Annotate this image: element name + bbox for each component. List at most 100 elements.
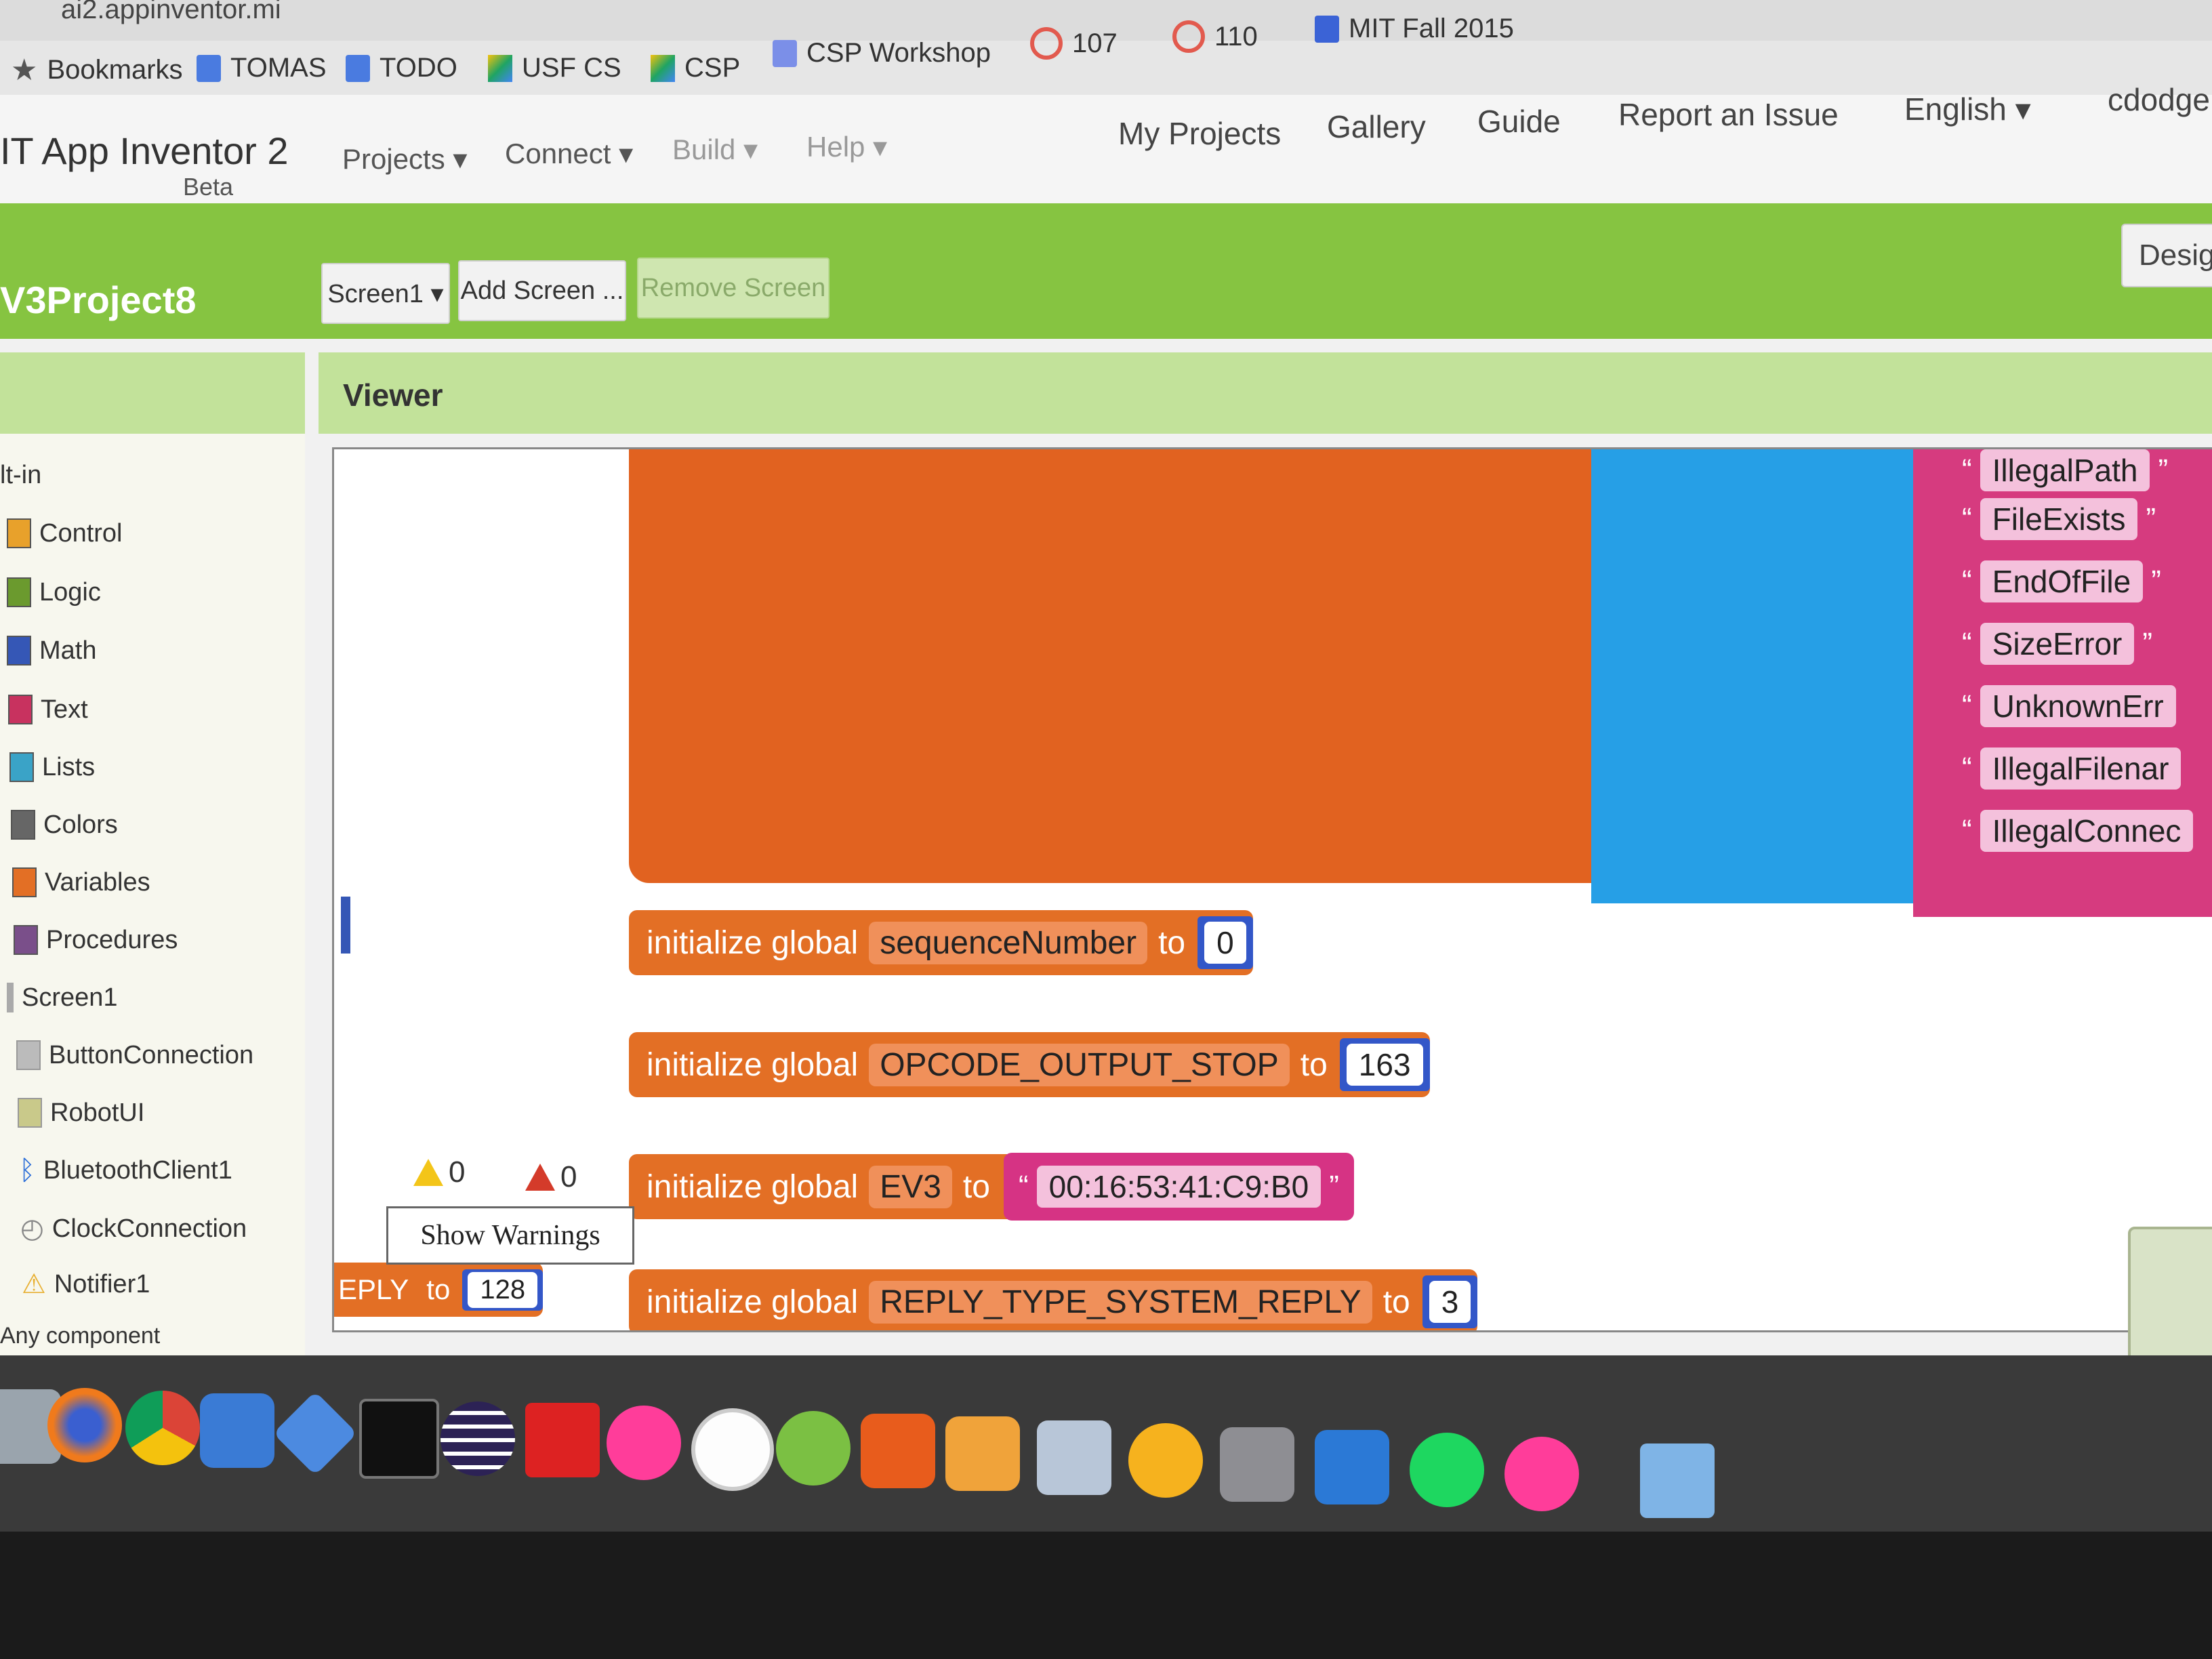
error-item[interactable]: “FileExists” bbox=[1954, 498, 2164, 540]
number-block[interactable]: 0 bbox=[1197, 916, 1253, 969]
screen1-node[interactable]: Screen1 bbox=[7, 983, 118, 1012]
error-label: IllegalFilenar bbox=[1980, 747, 2182, 790]
menu-help[interactable]: Help ▾ bbox=[806, 130, 887, 163]
menu-build[interactable]: Build ▾ bbox=[672, 133, 758, 166]
link-gallery[interactable]: Gallery bbox=[1327, 108, 1426, 145]
powerpoint-icon[interactable] bbox=[861, 1414, 935, 1488]
component-bluetoothclient1[interactable]: ᛒ BluetoothClient1 bbox=[19, 1155, 232, 1186]
error-item[interactable]: “IllegalPath” bbox=[1954, 449, 2176, 491]
number-block[interactable]: 128 bbox=[462, 1269, 544, 1311]
firefox-icon[interactable] bbox=[47, 1388, 122, 1462]
number-block[interactable]: 163 bbox=[1339, 1038, 1430, 1091]
partial-init-block[interactable]: EPLY to 128 bbox=[334, 1263, 544, 1317]
app-icon[interactable] bbox=[200, 1393, 274, 1468]
bookmark-usf-cs[interactable]: USF CS bbox=[488, 53, 621, 83]
palette-logic[interactable]: Logic bbox=[7, 577, 101, 607]
palette-math[interactable]: Math bbox=[7, 636, 96, 665]
ibooks-icon[interactable] bbox=[1128, 1423, 1203, 1498]
number-value[interactable]: 163 bbox=[1346, 1044, 1423, 1086]
screen-select[interactable]: Screen1 ▾ bbox=[321, 263, 450, 324]
error-item[interactable]: “IllegalFilenar bbox=[1954, 747, 2182, 790]
component-notifier1[interactable]: ⚠ Notifier1 bbox=[22, 1269, 150, 1300]
component-robotui[interactable]: RobotUI bbox=[18, 1098, 144, 1128]
error-label: EndOfFile bbox=[1980, 560, 2144, 602]
number-block[interactable]: 3 bbox=[1422, 1275, 1478, 1328]
number-value[interactable]: 0 bbox=[1204, 922, 1246, 964]
link-guide[interactable]: Guide bbox=[1477, 103, 1561, 140]
designer-button[interactable]: Desig bbox=[2121, 224, 2212, 287]
app-icon[interactable] bbox=[272, 1391, 358, 1476]
palette-text[interactable]: Text bbox=[8, 695, 88, 724]
init-global-block[interactable]: initialize global OPCODE_OUTPUT_STOP to … bbox=[629, 1032, 1430, 1097]
init-global-block[interactable]: initialize global REPLY_TYPE_SYSTEM_REPL… bbox=[629, 1269, 1478, 1330]
bookmarks-bar: ★ Bookmarks TOMAS TODO USF CS CSP CSP Wo… bbox=[0, 14, 2212, 96]
drive-icon bbox=[651, 54, 675, 82]
component-clockconnection[interactable]: ◴ ClockConnection bbox=[20, 1213, 247, 1244]
error-list-block[interactable]: “IllegalPath” “FileExists” “EndOfFile” “… bbox=[1913, 449, 2212, 917]
add-screen-button[interactable]: Add Screen ... bbox=[458, 260, 626, 321]
bookmark-label: 107 bbox=[1072, 28, 1118, 58]
app-icon[interactable] bbox=[525, 1403, 600, 1477]
ring-icon bbox=[1030, 27, 1063, 60]
url-text[interactable]: ai2.appinventor.mi bbox=[61, 0, 281, 25]
init-global-block[interactable]: initialize global sequenceNumber to 0 bbox=[629, 910, 1253, 975]
android-studio-icon[interactable] bbox=[776, 1411, 851, 1486]
spotify-icon[interactable] bbox=[1410, 1433, 1484, 1507]
language-select[interactable]: English ▾ bbox=[1904, 91, 2031, 127]
eclipse-icon[interactable] bbox=[441, 1401, 515, 1476]
variable-name-field[interactable]: OPCODE_OUTPUT_STOP bbox=[869, 1043, 1290, 1086]
palette-procedures[interactable]: Procedures bbox=[14, 925, 178, 955]
system-preferences-icon[interactable] bbox=[1220, 1427, 1294, 1502]
string-value[interactable]: 00:16:53:41:C9:B0 bbox=[1036, 1166, 1322, 1208]
app-logo[interactable]: IT App Inventor 2 bbox=[0, 129, 288, 173]
link-my-projects[interactable]: My Projects bbox=[1118, 115, 1281, 152]
large-orange-block[interactable] bbox=[629, 449, 1591, 883]
folder-icon[interactable] bbox=[1640, 1443, 1715, 1518]
palette-colors[interactable]: Colors bbox=[11, 810, 118, 840]
app-icon[interactable] bbox=[945, 1416, 1020, 1491]
number-value[interactable]: 3 bbox=[1429, 1281, 1471, 1323]
init-global-block[interactable]: initialize global EV3 to “00:16:53:41:C9… bbox=[629, 1153, 1354, 1221]
user-account[interactable]: cdodge bbox=[2108, 81, 2210, 118]
component-buttonconnection[interactable]: ButtonConnection bbox=[16, 1040, 253, 1070]
terminal-icon[interactable] bbox=[359, 1399, 439, 1479]
number-value[interactable]: 128 bbox=[468, 1271, 538, 1308]
text-string-block[interactable]: “00:16:53:41:C9:B0” bbox=[1003, 1153, 1354, 1221]
ring-icon bbox=[1172, 20, 1205, 53]
variable-name-field[interactable]: REPLY_TYPE_SYSTEM_REPLY bbox=[869, 1280, 1372, 1324]
show-warnings-button[interactable]: Show Warnings bbox=[386, 1206, 634, 1265]
large-blue-block[interactable] bbox=[1591, 449, 1930, 903]
bookmark-110[interactable]: 110 bbox=[1172, 20, 1258, 53]
blocks-workspace[interactable]: “IllegalPath” “FileExists” “EndOfFile” “… bbox=[332, 447, 2212, 1332]
palette-label: Screen1 bbox=[22, 983, 118, 1012]
flickr-icon[interactable] bbox=[607, 1406, 681, 1480]
any-component[interactable]: Any component bbox=[0, 1323, 160, 1349]
bookmark-tomas[interactable]: TOMAS bbox=[197, 53, 327, 83]
itunes-icon[interactable] bbox=[691, 1408, 774, 1491]
menu-connect[interactable]: Connect ▾ bbox=[505, 137, 633, 170]
error-item[interactable]: “IllegalConnec bbox=[1954, 810, 2194, 852]
variable-name-field[interactable]: sequenceNumber bbox=[869, 921, 1148, 964]
chrome-icon[interactable] bbox=[125, 1391, 200, 1465]
preview-icon[interactable] bbox=[1037, 1420, 1111, 1495]
remove-screen-button[interactable]: Remove Screen bbox=[637, 258, 830, 319]
palette-lists[interactable]: Lists bbox=[9, 752, 95, 782]
bookmark-mit-fall[interactable]: MIT Fall 2015 bbox=[1315, 14, 1514, 44]
palette-label: ClockConnection bbox=[52, 1214, 247, 1243]
error-item[interactable]: “UnknownErr bbox=[1954, 685, 2176, 727]
bookmark-csp[interactable]: CSP bbox=[651, 53, 740, 83]
flickr-icon[interactable] bbox=[1504, 1437, 1579, 1511]
bookmark-107[interactable]: 107 bbox=[1030, 27, 1118, 60]
variables-icon bbox=[12, 867, 37, 897]
bookmark-todo[interactable]: TODO bbox=[346, 53, 457, 83]
link-report-issue[interactable]: Report an Issue bbox=[1618, 96, 1839, 133]
palette-variables[interactable]: Variables bbox=[12, 867, 150, 897]
bookmark-csp-workshop[interactable]: CSP Workshop bbox=[773, 38, 991, 68]
palette-control[interactable]: Control bbox=[7, 518, 123, 548]
error-item[interactable]: “EndOfFile” bbox=[1954, 560, 2169, 602]
variable-name-field[interactable]: EV3 bbox=[869, 1165, 952, 1208]
menu-projects[interactable]: Projects ▾ bbox=[342, 142, 467, 176]
bookmark-bookmarks[interactable]: ★ Bookmarks bbox=[11, 53, 183, 87]
error-item[interactable]: “SizeError” bbox=[1954, 623, 2160, 665]
word-icon[interactable] bbox=[1315, 1430, 1389, 1504]
